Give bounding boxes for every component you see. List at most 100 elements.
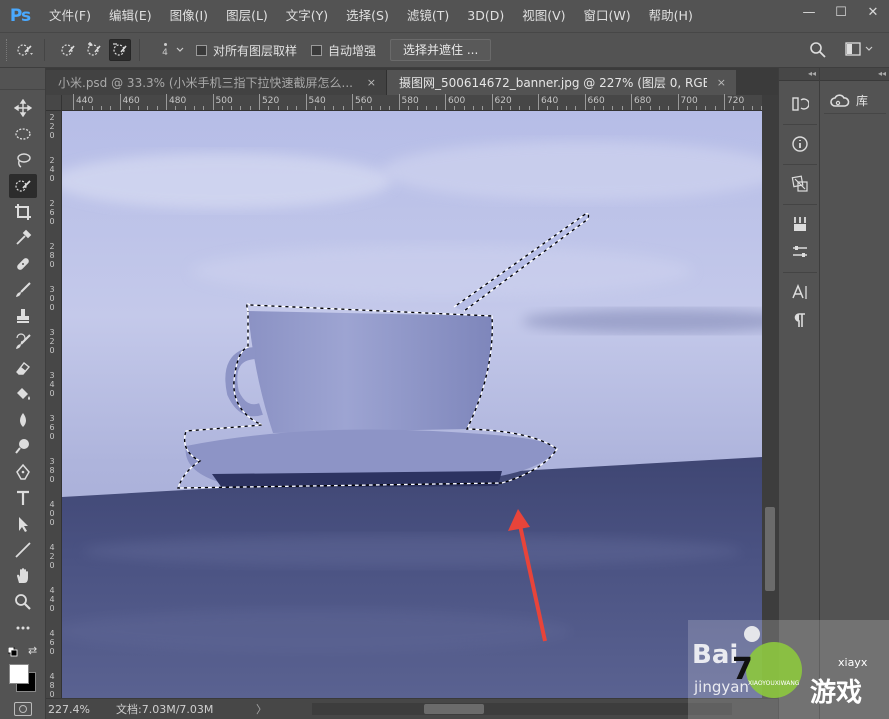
ruler-tick xyxy=(138,106,140,110)
menu-select[interactable]: 选择(S) xyxy=(337,0,398,32)
history-panel-icon[interactable] xyxy=(787,92,813,116)
dodge-tool-icon[interactable] xyxy=(9,434,37,458)
eyedropper-tool-icon[interactable] xyxy=(9,226,37,250)
menu-bar: Ps 文件(F) 编辑(E) 图像(I) 图层(L) 文字(Y) 选择(S) 滤… xyxy=(0,0,889,32)
path-selection-tool-icon[interactable] xyxy=(9,512,37,536)
options-grip[interactable] xyxy=(6,39,10,61)
scrollbar-thumb[interactable] xyxy=(424,704,484,714)
auto-enhance-checkbox[interactable]: 自动增强 xyxy=(311,42,376,59)
menu-image[interactable]: 图像(I) xyxy=(161,0,217,32)
horizontal-scrollbar[interactable] xyxy=(312,703,732,715)
crop-tool-icon[interactable] xyxy=(9,200,37,224)
default-colors-icon[interactable] xyxy=(7,646,18,660)
maximize-button[interactable]: ☐ xyxy=(825,0,857,24)
clone-stamp-tool-icon[interactable] xyxy=(9,304,37,328)
libraries-button[interactable]: 库 xyxy=(824,88,886,114)
ruler-tick xyxy=(82,106,84,110)
ruler-tick xyxy=(510,106,512,110)
paragraph-panel-icon[interactable] xyxy=(787,308,813,332)
menu-3d[interactable]: 3D(D) xyxy=(458,0,513,32)
tab-close-icon[interactable]: × xyxy=(717,76,726,89)
ruler-tick xyxy=(166,94,167,110)
watermark-game: 游戏 xyxy=(810,678,863,708)
tools-panel-header[interactable] xyxy=(0,68,45,90)
tool-preset-icon[interactable] xyxy=(14,39,36,61)
tab-xiaomi-psd[interactable]: 小米.psd @ 33.3% (小米手机三指下拉快速截屏怎么... × xyxy=(46,70,387,95)
search-icon[interactable] xyxy=(809,41,827,62)
adjustments-panel-icon[interactable] xyxy=(787,240,813,264)
lasso-tool-icon[interactable] xyxy=(9,148,37,172)
add-to-selection-icon[interactable] xyxy=(83,39,105,61)
zoom-level[interactable]: 227.4% xyxy=(46,703,116,716)
panel-collapse-handle[interactable]: ◂◂ xyxy=(779,68,819,81)
ruler-label: 300 xyxy=(49,285,55,312)
new-selection-icon[interactable] xyxy=(57,39,79,61)
ruler-tick xyxy=(342,106,344,110)
ruler-origin[interactable] xyxy=(46,95,62,111)
ruler-tick xyxy=(212,94,214,110)
blur-tool-icon[interactable] xyxy=(9,408,37,432)
quick-selection-tool-icon[interactable] xyxy=(9,174,37,198)
history-brush-tool-icon[interactable] xyxy=(9,330,37,354)
ruler-tick xyxy=(231,106,233,110)
menu-layer[interactable]: 图层(L) xyxy=(217,0,277,32)
ruler-tick xyxy=(556,106,558,110)
brush-size-picker[interactable]: 4 xyxy=(158,42,172,58)
panel-separator xyxy=(783,164,817,165)
ruler-tick xyxy=(612,106,614,110)
chevron-down-icon[interactable] xyxy=(174,39,186,61)
character-panel-icon[interactable] xyxy=(787,280,813,304)
hand-tool-icon[interactable] xyxy=(9,564,37,588)
tab-banner-jpg[interactable]: 摄图网_500614672_banner.jpg @ 227% (图层 0, R… xyxy=(387,70,736,95)
menu-window[interactable]: 窗口(W) xyxy=(575,0,640,32)
menu-file[interactable]: 文件(F) xyxy=(40,0,100,32)
move-tool-icon[interactable] xyxy=(9,96,37,120)
paint-bucket-tool-icon[interactable] xyxy=(9,382,37,406)
line-tool-icon[interactable] xyxy=(9,538,37,562)
close-button[interactable]: ✕ xyxy=(857,0,889,24)
subtract-from-selection-icon[interactable] xyxy=(109,39,131,61)
menu-type[interactable]: 文字(Y) xyxy=(277,0,337,32)
zoom-tool-icon[interactable] xyxy=(9,590,37,614)
panel-collapse-handle[interactable]: ◂◂ xyxy=(820,68,889,81)
options-separator xyxy=(44,39,45,61)
vertical-ruler[interactable]: 220 240 260 280 300 320 340 360 380 400 420 440 460 4… xyxy=(46,111,62,698)
ruler-label: 720 xyxy=(727,96,745,106)
properties-panel-icon[interactable] xyxy=(787,172,813,196)
healing-brush-tool-icon[interactable] xyxy=(9,252,37,276)
more-tools-icon[interactable] xyxy=(9,616,37,640)
marquee-tool-icon[interactable] xyxy=(9,122,37,146)
ruler-tick xyxy=(668,106,670,110)
workspace-switcher[interactable] xyxy=(845,42,873,56)
menu-filter[interactable]: 滤镜(T) xyxy=(398,0,458,32)
pen-tool-icon[interactable] xyxy=(9,460,37,484)
type-tool-icon[interactable] xyxy=(9,486,37,510)
horizontal-ruler[interactable]: 440 460 480 500 520 540 560 580 600 620 640 660 680 7… xyxy=(62,94,763,111)
ruler-tick xyxy=(314,106,316,110)
ruler-tick xyxy=(156,106,158,110)
brush-tool-icon[interactable] xyxy=(9,278,37,302)
checkbox-box[interactable] xyxy=(196,44,207,56)
status-menu-arrow[interactable]: 〉 xyxy=(256,701,276,717)
vertical-scrollbar[interactable] xyxy=(762,95,778,698)
tab-close-icon[interactable]: × xyxy=(367,76,376,89)
ruler-tick xyxy=(491,94,493,110)
menu-edit[interactable]: 编辑(E) xyxy=(100,0,161,32)
menu-help[interactable]: 帮助(H) xyxy=(640,0,702,32)
document-tabs: 小米.psd @ 33.3% (小米手机三指下拉快速截屏怎么... × 摄图网_… xyxy=(46,68,778,95)
info-icon[interactable] xyxy=(787,132,813,156)
minimize-button[interactable]: — xyxy=(793,0,825,24)
foreground-color-swatch[interactable] xyxy=(9,664,29,684)
quick-mask-icon[interactable] xyxy=(14,702,32,716)
select-and-mask-button[interactable]: 选择并遮住 ... xyxy=(390,39,492,61)
ruler-label: 580 xyxy=(401,96,419,106)
swap-colors-icon[interactable]: ⇄ xyxy=(28,644,37,657)
menu-view[interactable]: 视图(V) xyxy=(513,0,574,32)
ruler-label: 440 xyxy=(49,586,55,613)
document-canvas[interactable] xyxy=(62,111,762,698)
checkbox-box[interactable] xyxy=(311,44,323,56)
scrollbar-thumb[interactable] xyxy=(765,507,775,591)
eraser-tool-icon[interactable] xyxy=(9,356,37,380)
sample-all-layers-checkbox[interactable]: 对所有图层取样 xyxy=(196,42,297,59)
brushes-panel-icon[interactable] xyxy=(787,212,813,236)
